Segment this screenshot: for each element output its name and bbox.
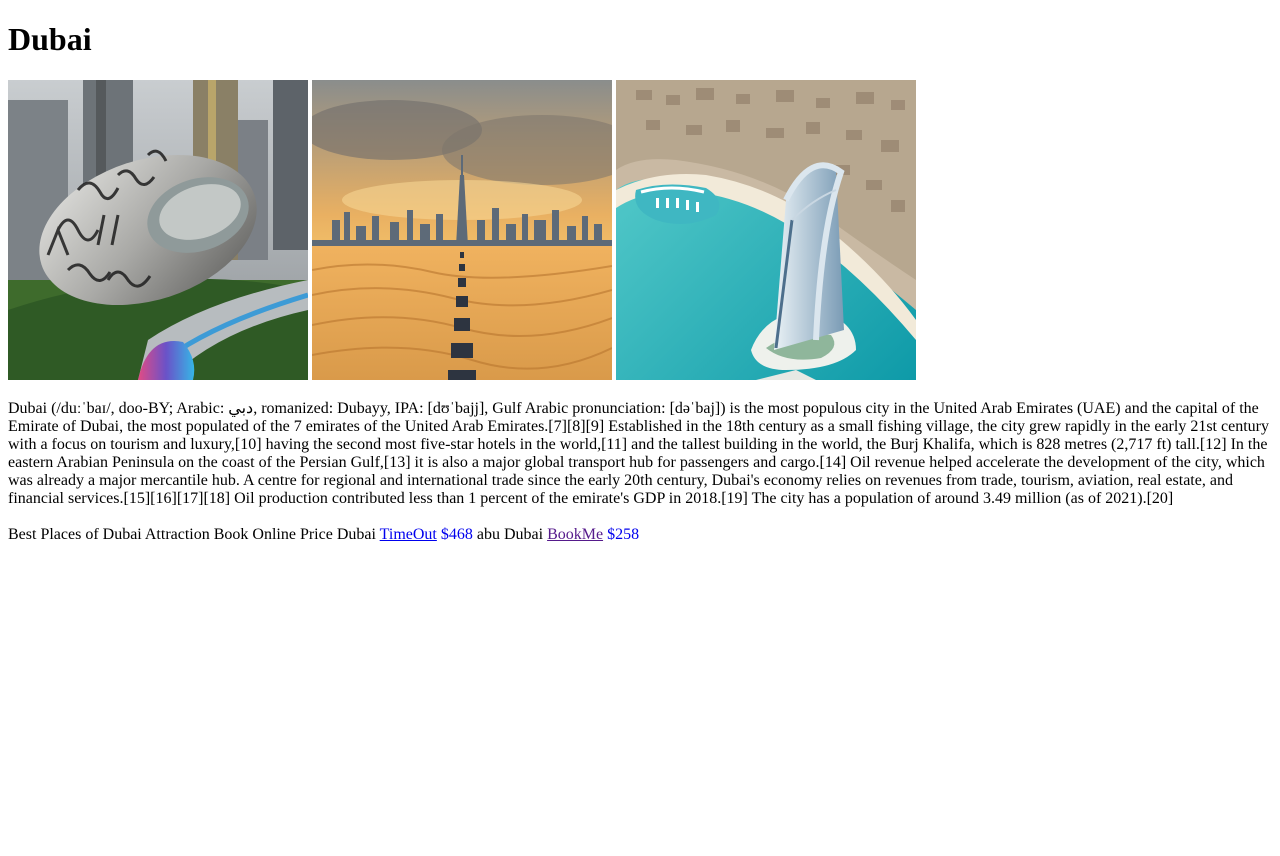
timeout-link[interactable]: TimeOut: [380, 526, 437, 543]
photo-gallery: [8, 80, 916, 380]
page-title: Dubai: [8, 21, 92, 57]
offers-middle-text: abu Dubai: [476, 526, 544, 543]
timeout-price: $468: [440, 526, 473, 543]
desert-skyline-photo: [312, 80, 612, 380]
offers-lead-text: Best Places of Dubai Attraction Book Onl…: [8, 526, 376, 543]
bookme-link[interactable]: BookMe: [547, 526, 603, 543]
intro-paragraph: Dubai (/duːˈbaɪ/, doo-BY; Arabic: دبي, r…: [8, 400, 1269, 507]
page: Dubai Dubai (/duːˈbaɪ/, doo-BY; Arabic: …: [8, 0, 1272, 543]
offers-line: Best Places of Dubai Attraction Book Onl…: [8, 526, 639, 544]
burj-al-arab-photo: [616, 80, 916, 380]
museum-of-the-future-photo: [8, 80, 308, 380]
bookme-price: $258: [607, 526, 640, 543]
